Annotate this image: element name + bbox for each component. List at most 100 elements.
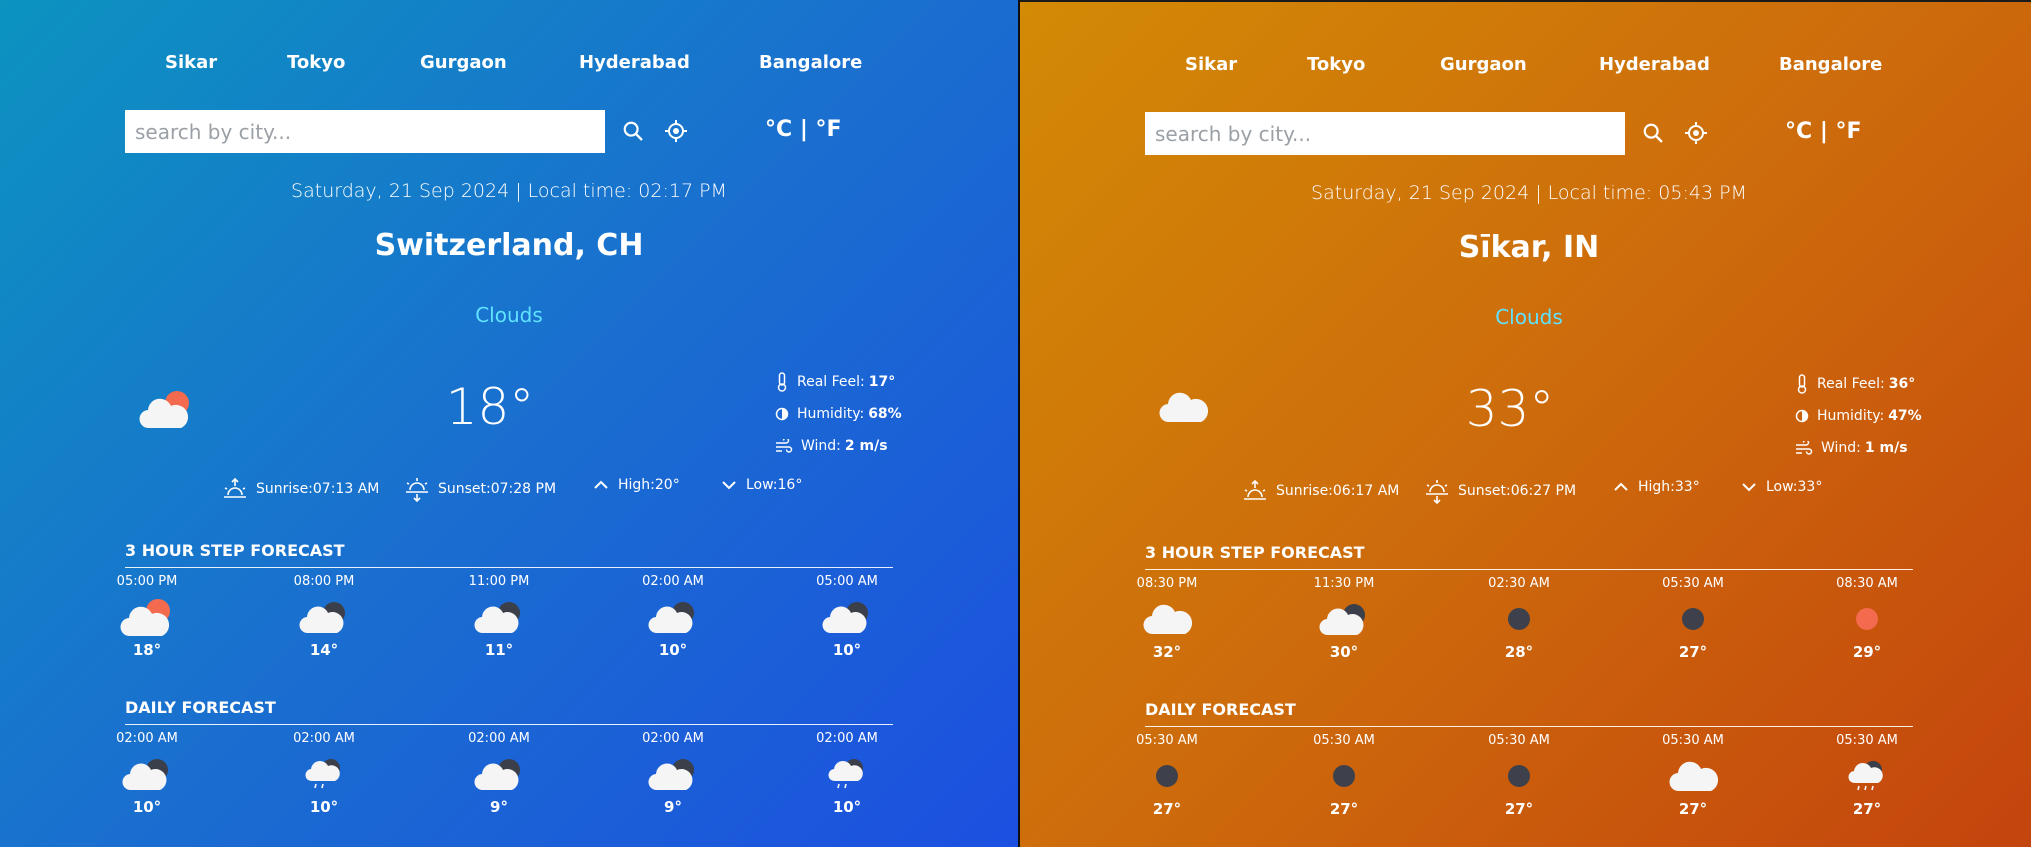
city-link-tokyo[interactable]: Tokyo: [287, 52, 345, 73]
location-icon[interactable]: [663, 118, 689, 144]
daily-forecast-item: 05:30 AM 27°: [1474, 733, 1564, 818]
moon-icon: [1122, 756, 1212, 796]
forecast-temp: 27°: [1678, 800, 1708, 818]
daily-forecast-item: 05:30 AM 27°: [1822, 733, 1912, 818]
top-city-nav: Sikar Tokyo Gurgaon Hyderabad Bangalore: [125, 52, 875, 76]
real-feel-value: 17°: [868, 374, 896, 390]
search-input[interactable]: [1145, 112, 1625, 155]
city-link-bangalore[interactable]: Bangalore: [1779, 54, 1882, 75]
celsius-button[interactable]: °C: [765, 117, 792, 142]
low-stat: Low:16°: [720, 476, 802, 494]
weather-details: Real Feel: 17° Humidity: 68% Wind: 2 m/s: [775, 366, 902, 462]
cloud-moon-rain-icon: [802, 754, 892, 794]
thermometer-icon: [1797, 374, 1807, 394]
humidity-label: Humidity:: [1817, 408, 1885, 424]
forecast-time: 05:30 AM: [1836, 733, 1898, 748]
weather-condition: Clouds: [1495, 305, 1563, 329]
humidity-drop-icon: [775, 407, 789, 421]
wind-value: 2 m/s: [844, 438, 888, 454]
city-link-tokyo[interactable]: Tokyo: [1307, 54, 1365, 75]
hourly-forecast-item: 08:00 PM 14°: [279, 574, 369, 659]
forecast-time: 05:30 AM: [1488, 733, 1550, 748]
wind-value: 1 m/s: [1864, 440, 1908, 456]
humidity-label: Humidity:: [797, 406, 865, 422]
high-text: High:20°: [618, 477, 680, 493]
celsius-button[interactable]: °C: [1785, 119, 1812, 144]
hourly-forecast-item: 05:00 PM 18°: [102, 574, 192, 659]
cloud-sun-icon: [102, 597, 192, 637]
city-link-sikar[interactable]: Sikar: [1185, 54, 1237, 75]
hourly-forecast-item: 02:00 AM 10°: [628, 574, 718, 659]
real-feel-label: Real Feel:: [1817, 376, 1885, 392]
cloud-rain-icon: [1822, 756, 1912, 796]
forecast-temp: 11°: [484, 641, 514, 659]
wind-row: Wind: 2 m/s: [775, 430, 902, 462]
cloud-moon-icon: [279, 597, 369, 637]
sunset-icon: [406, 478, 428, 502]
fahrenheit-button[interactable]: °F: [816, 117, 842, 142]
forecast-temp: 32°: [1152, 643, 1182, 661]
forecast-temp: 30°: [1329, 643, 1359, 661]
moon-icon: [1474, 599, 1564, 639]
real-feel-row: Real Feel: 17°: [775, 366, 902, 398]
daily-forecast-item: 05:30 AM 27°: [1122, 733, 1212, 818]
hourly-forecast-item: 11:00 PM 11°: [454, 574, 544, 659]
unit-separator: |: [1819, 119, 1828, 144]
sunset-text: Sunset:07:28 PM: [438, 481, 557, 497]
sunset-stat: Sunset:06:27 PM: [1424, 478, 1576, 504]
forecast-time: 02:00 AM: [816, 731, 878, 746]
sun-stats-row: Sunrise:06:17 AM Sunset:06:27 PM High:33…: [1242, 478, 1842, 508]
forecast-time: 02:00 AM: [642, 574, 704, 589]
forecast-time: 02:00 AM: [116, 731, 178, 746]
fahrenheit-button[interactable]: °F: [1836, 119, 1862, 144]
search-input[interactable]: [125, 110, 605, 153]
forecast-temp: 27°: [1678, 643, 1708, 661]
sunset-text: Sunset:06:27 PM: [1458, 483, 1577, 499]
cloud-moon-icon: [102, 754, 192, 794]
city-link-sikar[interactable]: Sikar: [165, 52, 217, 73]
high-text: High:33°: [1638, 479, 1700, 495]
cloud-moon-rain-icon: [279, 754, 369, 794]
city-link-hyderabad[interactable]: Hyderabad: [579, 52, 690, 73]
daily-forecast-item: 02:00 AM 10°: [279, 731, 369, 816]
daily-forecast-item: 02:00 AM 9°: [628, 731, 718, 816]
daily-forecast-title: DAILY FORECAST: [125, 698, 276, 717]
cloud-moon-icon: [1299, 599, 1389, 639]
city-link-gurgaon[interactable]: Gurgaon: [1440, 54, 1527, 75]
location-title: Switzerland, CH: [374, 228, 644, 263]
cloud-moon-icon: [802, 597, 892, 637]
hourly-forecast-item: 05:00 AM 10°: [802, 574, 892, 659]
forecast-time: 05:30 AM: [1136, 733, 1198, 748]
weather-details: Real Feel: 36° Humidity: 47% Wind: 1 m/s: [1795, 368, 1922, 464]
cloud-moon-icon: [628, 597, 718, 637]
forecast-temp: 18°: [132, 641, 162, 659]
city-link-gurgaon[interactable]: Gurgaon: [420, 52, 507, 73]
sun-stats-row: Sunrise:07:13 AM Sunset:07:28 PM High:20…: [222, 476, 822, 506]
forecast-time: 05:00 AM: [816, 574, 878, 589]
search-icon[interactable]: [1640, 120, 1666, 146]
cloud-icon: [1122, 599, 1212, 639]
hourly-forecast-item: 02:30 AM 28°: [1474, 576, 1564, 661]
local-datetime: Saturday, 21 Sep 2024 | Local time: 05:4…: [1311, 182, 1747, 204]
hourly-forecast-item: 08:30 AM 29°: [1822, 576, 1912, 661]
daily-forecast-item: 02:00 AM 10°: [802, 731, 892, 816]
moon-icon: [1474, 756, 1564, 796]
location-title: Sīkar, IN: [1458, 230, 1600, 265]
sunrise-stat: Sunrise:07:13 AM: [222, 476, 379, 502]
forecast-temp: 27°: [1152, 800, 1182, 818]
daily-forecast-item: 02:00 AM 10°: [102, 731, 192, 816]
forecast-temp: 14°: [309, 641, 339, 659]
unit-toggle: °C | °F: [1785, 119, 1862, 144]
city-link-hyderabad[interactable]: Hyderabad: [1599, 54, 1710, 75]
real-feel-value: 36°: [1888, 376, 1916, 392]
forecast-time: 02:00 AM: [468, 731, 530, 746]
local-datetime: Saturday, 21 Sep 2024 | Local time: 02:1…: [291, 180, 727, 202]
forecast-temp: 29°: [1852, 643, 1882, 661]
location-icon[interactable]: [1683, 120, 1709, 146]
search-icon[interactable]: [620, 118, 646, 144]
hourly-forecast-item: 11:30 PM 30°: [1299, 576, 1389, 661]
chevron-down-icon: [722, 481, 736, 490]
forecast-temp: 10°: [832, 798, 862, 816]
city-link-bangalore[interactable]: Bangalore: [759, 52, 862, 73]
humidity-row: Humidity: 47%: [1795, 400, 1922, 432]
